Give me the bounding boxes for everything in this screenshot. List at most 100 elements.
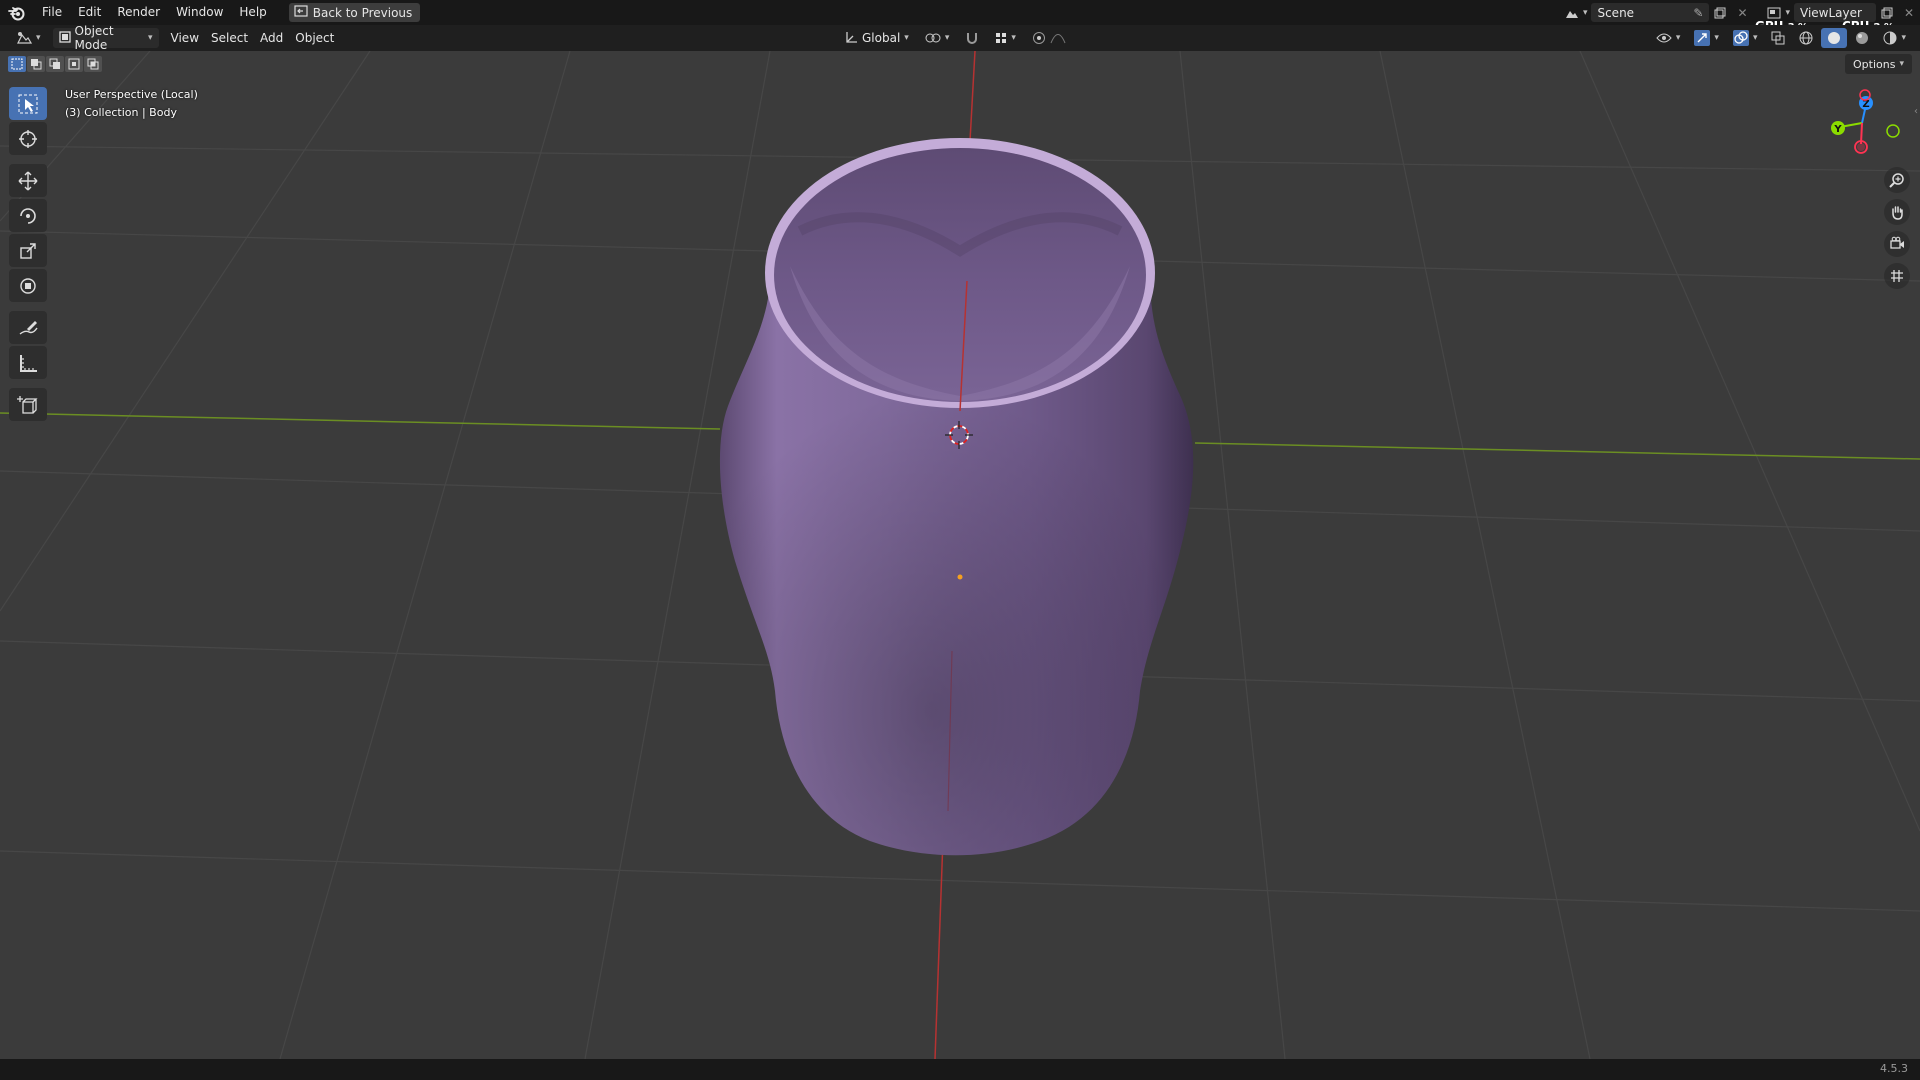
viewport-shading-controls: ▾ ▾ ▾ ▾ — [1650, 28, 1912, 48]
add-cube-icon — [17, 395, 38, 414]
tool-annotate[interactable] — [9, 311, 47, 344]
proportional-edit-icon — [1032, 32, 1045, 44]
orientation-label: Global — [862, 31, 901, 45]
object-mode-icon — [58, 30, 71, 46]
tool-scale[interactable] — [9, 234, 47, 267]
navigation-gizmo[interactable]: Z Y — [1826, 89, 1906, 169]
scale-icon — [20, 242, 36, 259]
object-origin-dot — [957, 574, 963, 580]
visibility-selector[interactable]: ▾ — [1650, 28, 1687, 48]
overlays-icon — [1732, 30, 1749, 46]
select-extend-icon[interactable] — [27, 56, 45, 72]
snap-grid-icon — [996, 33, 1007, 43]
menu-select[interactable]: Select — [205, 28, 254, 48]
shading-rendered[interactable]: ▾ — [1877, 28, 1912, 48]
pivot-point-selector[interactable]: ▾ — [919, 28, 956, 48]
x-axis-line-top — [969, 51, 976, 142]
top-menu-bar: File Edit Render Window Help Back to Pre… — [0, 0, 1920, 33]
cursor-icon — [19, 129, 37, 148]
snap-toggle[interactable] — [959, 28, 985, 48]
y-axis-line — [0, 412, 721, 430]
version-label: 4.5.3 — [1880, 1062, 1908, 1075]
viewport-scene[interactable] — [0, 51, 1920, 1059]
scene-caret-icon[interactable]: ▾ — [1583, 8, 1588, 18]
xray-toggle[interactable] — [1765, 28, 1791, 48]
scene-field[interactable]: Scene ✎ — [1591, 3, 1710, 22]
back-to-previous-button[interactable]: Back to Previous — [288, 3, 421, 22]
menu-help[interactable]: Help — [231, 0, 274, 25]
shading-solid[interactable] — [1821, 28, 1848, 48]
tool-cursor[interactable] — [9, 122, 47, 155]
mode-selector[interactable]: Object Mode ▾ — [52, 24, 159, 52]
selection-mode-buttons — [8, 56, 102, 72]
orientation-selector[interactable]: Global ▾ — [838, 28, 915, 48]
move-icon — [18, 171, 38, 190]
gizmo-y-label: Y — [1833, 124, 1842, 135]
back-icon — [294, 5, 308, 20]
options-caret-icon: ▾ — [1899, 59, 1904, 69]
camera-view-icon[interactable] — [1884, 231, 1910, 257]
navigation-tools — [1884, 167, 1910, 289]
select-intersect-icon[interactable] — [84, 56, 102, 72]
select-invert-icon[interactable] — [65, 56, 83, 72]
select-new-icon[interactable] — [8, 56, 26, 72]
gizmo-neg-y[interactable] — [1886, 124, 1900, 138]
view-layer-caret-icon[interactable]: ▾ — [1785, 8, 1790, 18]
menu-render[interactable]: Render — [109, 0, 168, 25]
scene-name: Scene — [1597, 5, 1635, 20]
collection-label: (3) Collection | Body — [65, 106, 177, 119]
overlays-toggle[interactable]: ▾ — [1727, 28, 1764, 48]
mode-label: Object Mode — [74, 24, 114, 52]
rendered-sphere-icon — [1883, 31, 1897, 45]
new-scene-icon[interactable] — [1709, 3, 1731, 22]
viewport-header: ▾ Object Mode ▾ View Select Add Object G… — [0, 24, 1920, 52]
scene-selector-icon[interactable] — [1561, 3, 1583, 22]
options-dropdown[interactable]: Options ▾ — [1845, 54, 1912, 74]
tool-shelf — [9, 87, 47, 421]
pin-icon[interactable]: ✎ — [1693, 6, 1703, 20]
tool-rotate[interactable] — [9, 199, 47, 232]
tool-transform[interactable] — [9, 269, 47, 302]
falloff-icon[interactable] — [1050, 32, 1066, 44]
editor-type-icon — [17, 32, 32, 44]
transform-icon — [20, 277, 36, 294]
status-bar: 4.5.3 — [0, 1059, 1920, 1080]
snap-target-selector[interactable]: ▾ — [989, 28, 1022, 48]
blender-logo-icon[interactable] — [0, 0, 34, 25]
xray-icon — [1771, 31, 1785, 45]
zoom-icon[interactable] — [1884, 167, 1910, 193]
rotate-icon — [20, 207, 36, 224]
ortho-grid-icon[interactable] — [1884, 263, 1910, 289]
menu-edit[interactable]: Edit — [70, 0, 109, 25]
back-to-previous-label: Back to Previous — [312, 5, 413, 20]
shading-material[interactable] — [1849, 28, 1875, 48]
menu-object[interactable]: Object — [289, 28, 340, 48]
pivot-icon — [925, 33, 941, 43]
select-subtract-icon[interactable] — [46, 56, 64, 72]
select-box-icon — [18, 94, 38, 113]
wireframe-sphere-icon — [1799, 31, 1813, 45]
gizmo-toggle[interactable]: ▾ — [1688, 28, 1725, 48]
tool-select-box[interactable] — [9, 87, 47, 120]
tool-move[interactable] — [9, 164, 47, 197]
menu-window[interactable]: Window — [168, 0, 231, 25]
transform-controls: Global ▾ ▾ ▾ — [838, 28, 1072, 48]
delete-scene-icon[interactable]: ✕ — [1731, 3, 1753, 22]
proportional-edit-toggle[interactable] — [1026, 28, 1072, 48]
orientation-icon — [846, 32, 857, 43]
menu-add[interactable]: Add — [254, 28, 289, 48]
3d-viewport[interactable]: User Perspective (Local) (3) Collection … — [0, 51, 1920, 1059]
tool-add-cube[interactable] — [9, 388, 47, 421]
solid-sphere-icon — [1828, 32, 1841, 44]
pan-hand-icon[interactable] — [1884, 199, 1910, 225]
menu-file[interactable]: File — [34, 0, 70, 25]
tool-measure[interactable] — [9, 346, 47, 379]
menu-view[interactable]: View — [165, 28, 205, 48]
y-axis-line-right — [1194, 442, 1920, 460]
vase-object[interactable] — [719, 138, 1194, 856]
shading-wireframe[interactable] — [1793, 28, 1819, 48]
delete-view-layer-icon[interactable]: ✕ — [1898, 3, 1920, 22]
measure-ruler-icon — [20, 354, 37, 372]
editor-type-button[interactable]: ▾ — [10, 28, 47, 48]
sidebar-toggle-icon[interactable]: ‹ — [1914, 106, 1918, 117]
